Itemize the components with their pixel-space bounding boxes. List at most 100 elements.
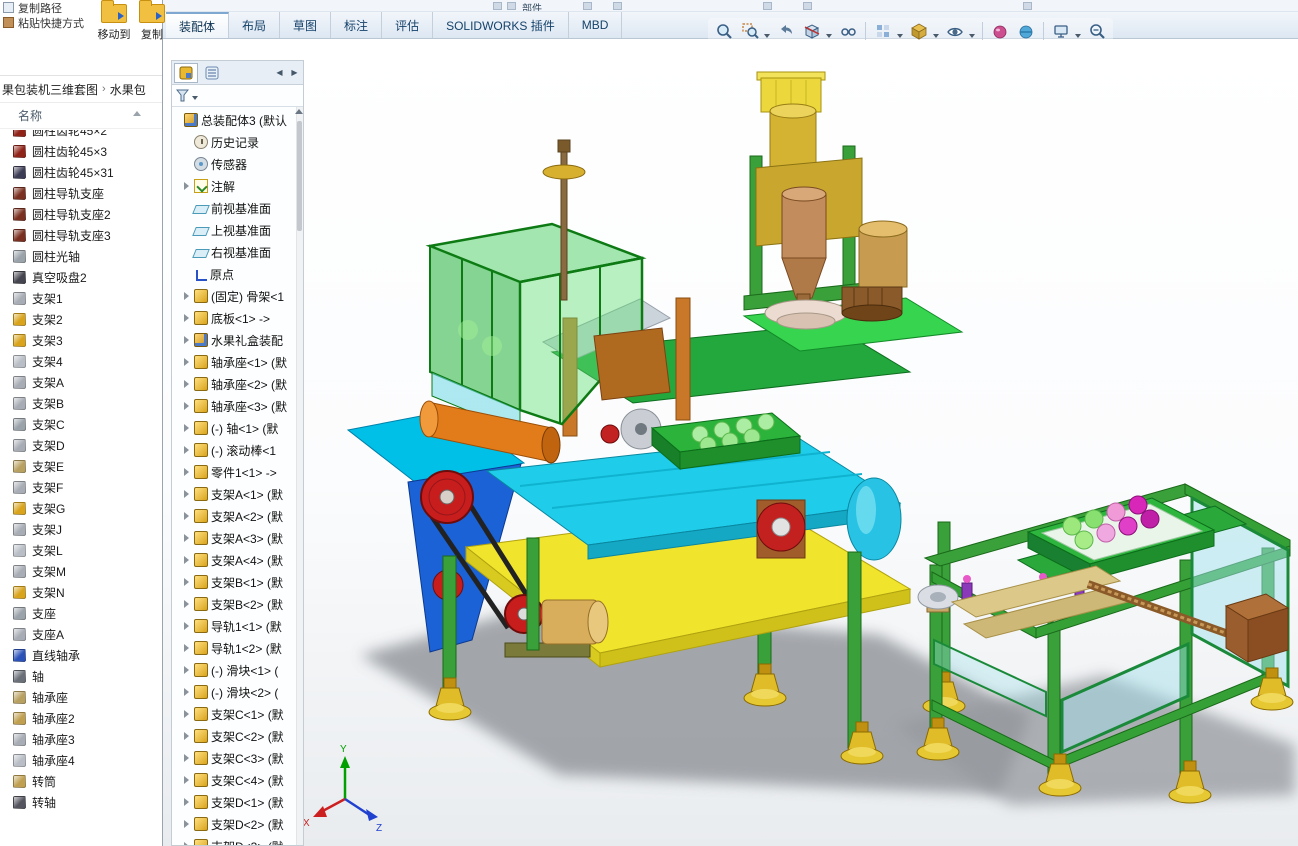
graphics-area[interactable]: Y X Z — [163, 39, 1298, 846]
tree-item[interactable]: (-) 滑块<2> ( — [172, 681, 303, 703]
tree-item[interactable]: (固定) 骨架<1 — [172, 285, 303, 307]
expand-arrow-icon[interactable] — [184, 842, 191, 845]
file-row[interactable]: 支架A — [0, 372, 162, 393]
frame-leg[interactable] — [848, 552, 861, 748]
tree-item[interactable]: 导轨1<1> (默 — [172, 615, 303, 637]
panel-scroll-left-icon[interactable]: ◀ — [273, 68, 286, 77]
file-row[interactable]: 轴承座2 — [0, 708, 162, 729]
tree-item[interactable]: 支架D<3> (默 — [172, 835, 303, 845]
expand-arrow-icon[interactable] — [184, 710, 191, 718]
file-row[interactable]: 支架C — [0, 414, 162, 435]
file-row[interactable]: 支架D — [0, 435, 162, 456]
tree-item[interactable]: 支架C<3> (默 — [172, 747, 303, 769]
tree-item[interactable]: 支架B<1> (默 — [172, 571, 303, 593]
expand-arrow-icon[interactable] — [184, 336, 191, 344]
tree-item[interactable]: 零件1<1> -> — [172, 461, 303, 483]
file-row[interactable]: 圆柱齿轮45×31 — [0, 162, 162, 183]
commandmanager-tab[interactable]: 装配体 — [166, 12, 229, 38]
view-settings-icon[interactable] — [1049, 19, 1073, 42]
tree-item[interactable]: (-) 轴<1> (默 — [172, 417, 303, 439]
file-row[interactable]: 支架E — [0, 456, 162, 477]
tree-item[interactable]: 支架D<1> (默 — [172, 791, 303, 813]
file-row[interactable]: 支架N — [0, 582, 162, 603]
tree-item[interactable]: 支架A<1> (默 — [172, 483, 303, 505]
file-row[interactable]: 真空吸盘2 — [0, 267, 162, 288]
tree-item[interactable]: 支架B<2> (默 — [172, 593, 303, 615]
filter-dropdown-icon[interactable] — [192, 96, 198, 100]
tree-root-item[interactable]: 总装配体3 (默认 — [172, 109, 303, 131]
expand-arrow-icon[interactable] — [184, 512, 191, 520]
dropdown-caret-icon[interactable] — [764, 34, 770, 38]
name-column-header[interactable]: 名称 — [0, 103, 162, 129]
tree-item[interactable]: (-) 滑块<1> ( — [172, 659, 303, 681]
breadcrumb-folder[interactable]: 水果包 — [110, 81, 146, 98]
tree-item[interactable]: 原点 — [172, 263, 303, 285]
file-row[interactable]: 支架4 — [0, 351, 162, 372]
file-row[interactable]: 转筒 — [0, 771, 162, 792]
file-row[interactable]: 圆柱齿轮45×3 — [0, 141, 162, 162]
apply-scene-icon[interactable] — [1014, 19, 1038, 42]
view-orientation-icon[interactable] — [871, 19, 895, 42]
tree-item[interactable]: 支架C<2> (默 — [172, 725, 303, 747]
file-row[interactable]: 轴承座 — [0, 687, 162, 708]
propertymanager-tab[interactable] — [200, 63, 224, 83]
dropdown-caret-icon[interactable] — [897, 34, 903, 38]
move-to-button[interactable]: 移动到 — [96, 4, 132, 42]
tree-item[interactable]: 前视基准面 — [172, 197, 303, 219]
expand-arrow-icon[interactable] — [184, 578, 191, 586]
expand-arrow-icon[interactable] — [184, 182, 191, 190]
dropdown-caret-icon[interactable] — [1075, 34, 1081, 38]
expand-arrow-icon[interactable] — [184, 776, 191, 784]
panel-scroll-right-icon[interactable]: ▶ — [288, 68, 301, 77]
tree-item[interactable]: 轴承座<2> (默 — [172, 373, 303, 395]
tree-item[interactable]: 注解 — [172, 175, 303, 197]
file-row[interactable]: 支架G — [0, 498, 162, 519]
tree-item[interactable]: 支架C<1> (默 — [172, 703, 303, 725]
expand-arrow-icon[interactable] — [184, 820, 191, 828]
scroll-up-icon[interactable] — [295, 109, 303, 114]
file-row[interactable]: 支架F — [0, 477, 162, 498]
file-row[interactable]: 轴承座4 — [0, 750, 162, 771]
tree-item[interactable]: 右视基准面 — [172, 241, 303, 263]
section-view-icon[interactable] — [800, 19, 824, 42]
expand-arrow-icon[interactable] — [184, 490, 191, 498]
breadcrumb-folder[interactable]: 果包装机三维套图 — [2, 81, 98, 98]
commandmanager-tab[interactable]: 评估 — [382, 12, 433, 38]
dynamic-annotation-views-icon[interactable] — [836, 19, 860, 42]
tree-scrollbar[interactable] — [296, 107, 303, 845]
commandmanager-tab[interactable]: 草图 — [280, 12, 331, 38]
expand-arrow-icon[interactable] — [184, 402, 191, 410]
filter-funnel-icon[interactable] — [176, 89, 189, 102]
expand-arrow-icon[interactable] — [184, 666, 191, 674]
tree-item[interactable]: 支架C<4> (默 — [172, 769, 303, 791]
file-row[interactable]: 圆柱导轨支座2 — [0, 204, 162, 225]
file-row[interactable]: 支架B — [0, 393, 162, 414]
tree-item[interactable]: 支架A<4> (默 — [172, 549, 303, 571]
file-row[interactable]: 支架M — [0, 561, 162, 582]
expand-arrow-icon[interactable] — [184, 446, 191, 454]
expand-arrow-icon[interactable] — [184, 292, 191, 300]
zoom-to-area-icon[interactable] — [738, 19, 762, 42]
flange-bearing[interactable] — [757, 500, 805, 558]
expand-arrow-icon[interactable] — [184, 358, 191, 366]
expand-arrow-icon[interactable] — [184, 798, 191, 806]
file-row[interactable]: 圆柱导轨支座 — [0, 183, 162, 204]
breadcrumb[interactable]: 果包装机三维套图 › 水果包 — [0, 76, 162, 103]
tree-item[interactable]: 轴承座<1> (默 — [172, 351, 303, 373]
zoom-fit-icon[interactable] — [712, 19, 736, 42]
dropdown-caret-icon[interactable] — [969, 34, 975, 38]
file-row[interactable]: 支架1 — [0, 288, 162, 309]
press-station[interactable] — [744, 72, 907, 329]
expand-arrow-icon[interactable] — [184, 424, 191, 432]
file-row[interactable]: 转轴 — [0, 792, 162, 813]
commandmanager-tab[interactable]: 布局 — [229, 12, 280, 38]
expand-arrow-icon[interactable] — [184, 380, 191, 388]
frame-leg[interactable] — [527, 538, 539, 650]
expand-arrow-icon[interactable] — [184, 754, 191, 762]
tree-item[interactable]: 轴承座<3> (默 — [172, 395, 303, 417]
expand-arrow-icon[interactable] — [184, 556, 191, 564]
display-style-icon[interactable] — [907, 19, 931, 42]
file-row[interactable]: 圆柱光轴 — [0, 246, 162, 267]
file-row[interactable]: 轴承座3 — [0, 729, 162, 750]
file-row[interactable]: 圆柱导轨支座3 — [0, 225, 162, 246]
